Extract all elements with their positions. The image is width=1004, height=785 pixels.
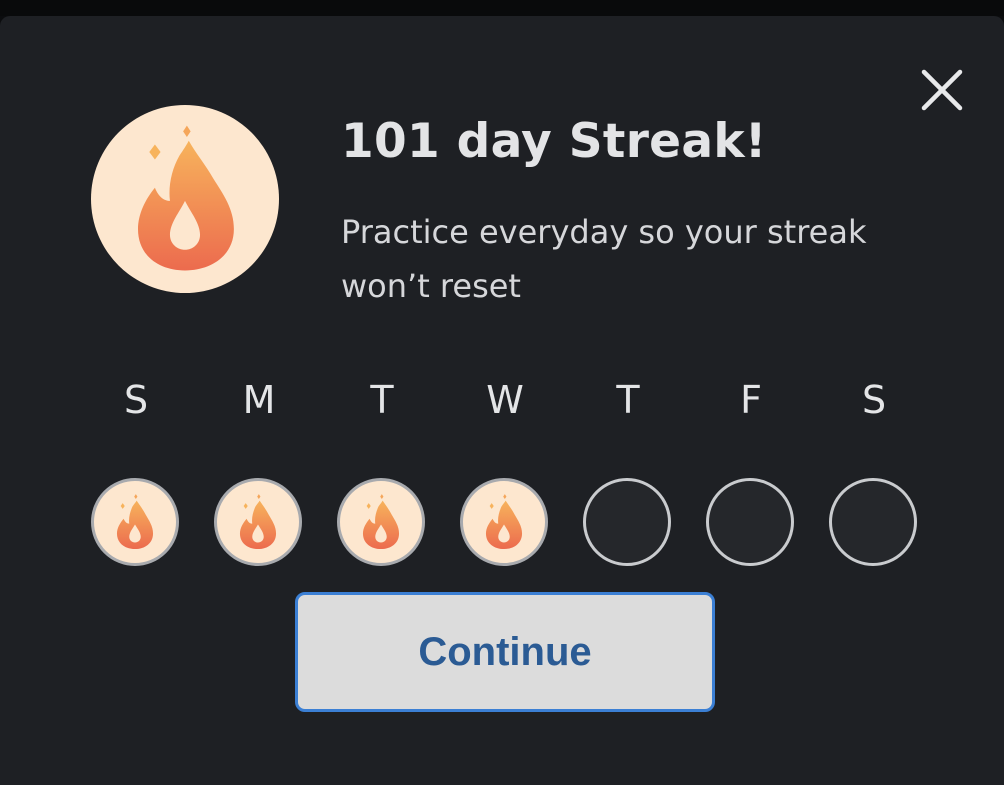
day-indicator-empty	[829, 478, 917, 566]
fire-icon	[485, 494, 523, 550]
top-bar	[0, 0, 1004, 16]
day-indicator-empty	[706, 478, 794, 566]
streak-title: 101 day Streak!	[341, 114, 767, 169]
fire-icon	[116, 494, 154, 550]
day-label: T	[616, 378, 640, 422]
day-label: F	[740, 378, 762, 422]
streak-badge	[91, 105, 279, 293]
streak-subtitle: Practice everyday so your streak won’t r…	[341, 213, 867, 305]
close-icon	[921, 69, 963, 111]
day-indicator-completed	[214, 478, 302, 566]
fire-icon	[138, 125, 234, 271]
day-label: M	[242, 378, 276, 422]
day-label: W	[486, 378, 524, 422]
day-label: T	[370, 378, 394, 422]
day-label: S	[861, 378, 887, 422]
day-indicator-completed	[91, 478, 179, 566]
day-indicator-completed	[460, 478, 548, 566]
day-label: S	[123, 378, 149, 422]
fire-icon	[239, 494, 277, 550]
close-button[interactable]	[918, 66, 966, 114]
day-indicator-empty	[583, 478, 671, 566]
continue-button[interactable]: Continue	[295, 592, 715, 712]
fire-icon	[362, 494, 400, 550]
day-indicator-completed	[337, 478, 425, 566]
